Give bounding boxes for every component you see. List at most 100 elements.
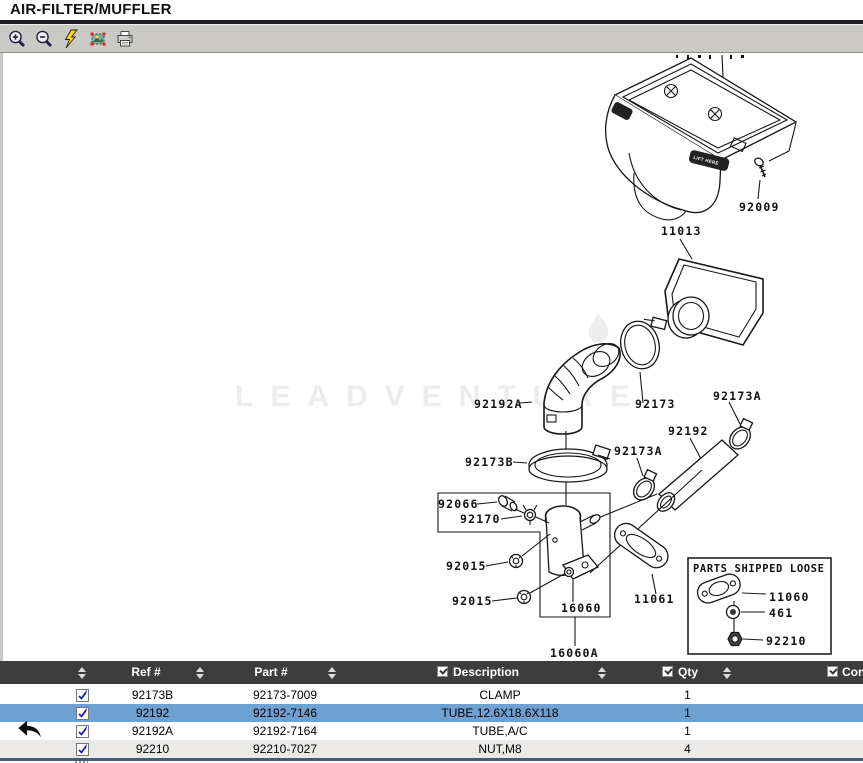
parts-table-header: Ref # Part # Description Qty Conf (0, 661, 863, 684)
zoom-out-button[interactable] (33, 28, 55, 50)
cell-description: TUBE,A/C (370, 724, 630, 738)
part-label-92210[interactable]: 92210 (766, 634, 807, 648)
zoom-in-icon (7, 29, 27, 49)
page-title: AIR-FILTER/MUFFLER (10, 1, 172, 18)
cell-ref: 92192A (105, 724, 200, 738)
leader-11061 (652, 574, 656, 594)
sort-icon[interactable] (78, 667, 87, 679)
leader-92173B (513, 462, 527, 463)
header-part[interactable]: Part # (242, 665, 300, 679)
leader-92009 (758, 180, 760, 199)
part-label-92192[interactable]: 92192 (668, 424, 709, 438)
part-label-92192A[interactable]: 92192A (474, 397, 523, 411)
parts-shipped-loose-box: PARTS SHIPPED LOOSE 11060 461 92210 (688, 558, 831, 654)
part-label-92173A-left[interactable]: 92173A (614, 444, 663, 458)
clamp-92173-part (616, 314, 677, 373)
header-description[interactable]: Description (453, 665, 519, 679)
leader-92173A-left (637, 458, 643, 476)
leader-92066 (477, 502, 497, 504)
cutoff-label-marks (676, 55, 744, 59)
edit-check-icon (76, 707, 89, 720)
select-region-button[interactable] (87, 28, 109, 50)
leader-92015-lower (492, 598, 517, 601)
loose-nut-part (728, 633, 742, 646)
edit-check-icon (76, 743, 89, 756)
cell-qty: 4 (630, 742, 745, 756)
header-qty[interactable]: Qty (678, 665, 698, 679)
cell-ref: 92173B (105, 688, 200, 702)
quick-hotspots-button[interactable] (60, 28, 82, 50)
part-label-92066[interactable]: 92066 (438, 497, 479, 511)
part-label-92173A-right[interactable]: 92173A (713, 389, 762, 403)
part-label-92015-lower[interactable]: 92015 (452, 594, 493, 608)
air-filter-diagram: LEADVENTURE LIFT HERE (3, 53, 863, 661)
cell-qty: 1 (630, 724, 745, 738)
header-description-checkbox[interactable] (437, 666, 448, 677)
printer-icon (115, 29, 135, 49)
assembly-92015-lower (530, 574, 564, 593)
cell-part: 92210-7027 (200, 742, 370, 756)
parts-table: Ref # Part # Description Qty Conf 92173B… (0, 661, 863, 763)
edit-row-button[interactable] (60, 725, 105, 738)
cell-part: 92192-7146 (200, 706, 370, 720)
cell-ref: 92192 (105, 706, 200, 720)
part-label-92173[interactable]: 92173 (635, 397, 676, 411)
part-label-92015-upper[interactable]: 92015 (446, 559, 487, 573)
nut-92015-lower-part (518, 591, 531, 604)
toolbar (0, 24, 863, 53)
edit-check-icon (76, 725, 89, 738)
cell-qty: 1 (630, 688, 745, 702)
cell-ref: 92210 (105, 742, 200, 756)
header-conf[interactable]: Conf (842, 665, 863, 679)
cell-part: 92173-7009 (200, 688, 370, 702)
part-label-92170[interactable]: 92170 (460, 512, 501, 526)
table-row[interactable]: 92192A 92192-7164 TUBE,A/C 1 (0, 722, 863, 740)
cell-part: 92192-7164 (200, 724, 370, 738)
edit-check-icon (76, 689, 89, 702)
clamp-92170-part (523, 505, 537, 525)
sort-icon[interactable] (598, 667, 607, 679)
edit-row-button[interactable] (60, 743, 105, 756)
table-row-selected[interactable]: 92192 92192-7146 TUBE,12.6X18.6X118 1 (0, 704, 863, 722)
cell-description: CLAMP (370, 688, 630, 702)
parts-shipped-loose-title: PARTS SHIPPED LOOSE (693, 563, 825, 575)
header-conf-checkbox[interactable] (827, 666, 838, 677)
title-bar: AIR-FILTER/MUFFLER (0, 0, 863, 20)
cell-description: NUT,M8 (370, 742, 630, 756)
zoom-in-button[interactable] (6, 28, 28, 50)
part-label-11061[interactable]: 11061 (634, 592, 675, 606)
lightning-icon (62, 29, 80, 49)
table-row[interactable]: 92173B 92173-7009 CLAMP 1 (0, 686, 863, 704)
leader-92192 (690, 438, 702, 461)
cell-description: TUBE,12.6X18.6X118 (370, 706, 630, 720)
sort-icon[interactable] (723, 667, 732, 679)
header-qty-checkbox[interactable] (662, 666, 673, 677)
leader-92170 (501, 516, 522, 519)
loose-washer-part (727, 606, 740, 619)
part-label-11060[interactable]: 11060 (769, 590, 810, 604)
watermark-flame-icon (589, 313, 609, 342)
leader-92015-upper (486, 562, 508, 566)
sort-icon[interactable] (328, 667, 337, 679)
part-label-461[interactable]: 461 (769, 606, 793, 620)
print-button[interactable] (114, 28, 136, 50)
leader-92173A-right (729, 402, 740, 424)
part-label-92173B[interactable]: 92173B (465, 455, 514, 469)
table-row[interactable]: 92210 92210-7027 NUT,M8 4 (0, 740, 863, 758)
edit-row-button[interactable] (60, 707, 105, 720)
part-label-92009[interactable]: 92009 (739, 200, 780, 214)
edit-row-button[interactable] (60, 689, 105, 702)
nut-92015-upper-part (510, 555, 523, 568)
sort-icon[interactable] (196, 667, 205, 679)
zoom-out-icon (34, 29, 54, 49)
cell-qty: 1 (630, 706, 745, 720)
part-label-16060A[interactable]: 16060A (550, 646, 599, 660)
part-label-11013[interactable]: 11013 (661, 224, 702, 238)
assembly-92015-upper (522, 534, 550, 556)
header-ref[interactable]: Ref # (120, 665, 172, 679)
part-label-16060[interactable]: 16060 (561, 601, 602, 615)
select-region-icon (88, 29, 108, 49)
clamp-92173B-part (529, 445, 610, 482)
parts-diagram-canvas[interactable]: LEADVENTURE LIFT HERE (0, 53, 863, 661)
leader-11013 (680, 239, 692, 259)
